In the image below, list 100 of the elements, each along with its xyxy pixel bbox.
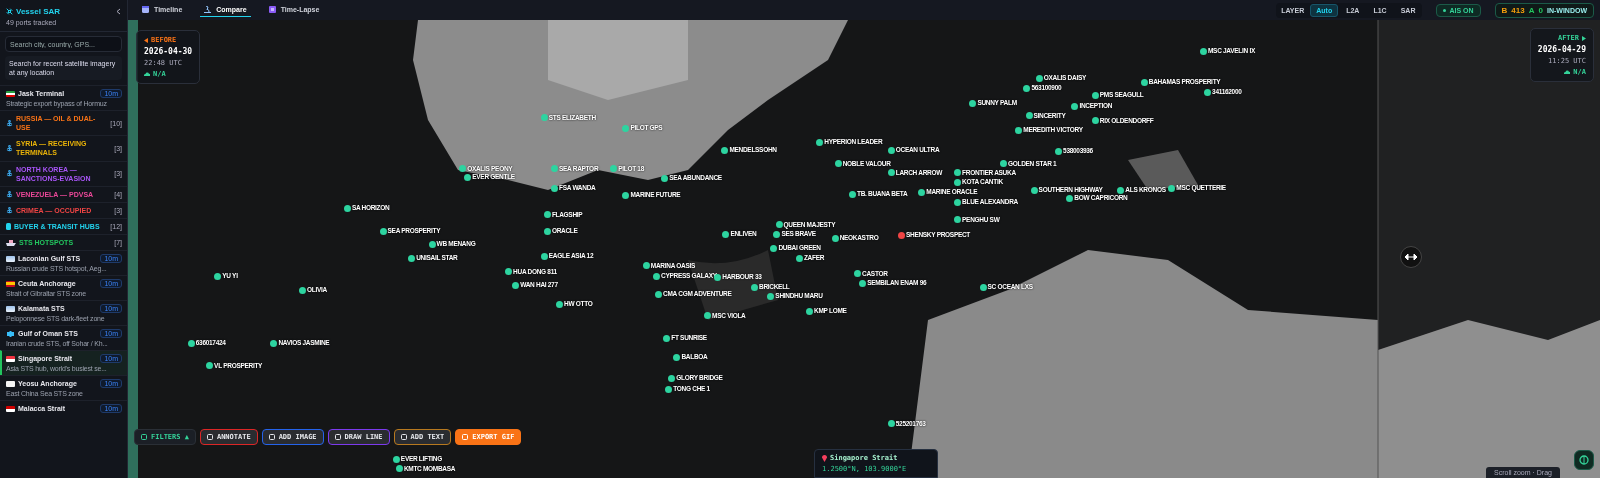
ship-marker[interactable] — [1091, 91, 1099, 99]
double-arrow-icon — [1405, 254, 1417, 260]
ship-marker[interactable] — [806, 308, 814, 316]
ship-marker[interactable] — [897, 231, 905, 239]
ship-marker[interactable] — [543, 211, 551, 219]
ship-marker[interactable] — [540, 114, 548, 122]
ship-marker[interactable] — [505, 268, 513, 276]
ship-marker[interactable] — [622, 124, 630, 132]
ship-marker[interactable] — [1025, 112, 1033, 120]
ship-marker[interactable] — [770, 244, 778, 252]
ship-marker[interactable] — [543, 227, 551, 235]
ship-marker[interactable] — [1117, 186, 1125, 194]
ship-marker[interactable] — [859, 279, 867, 287]
ship-marker[interactable] — [954, 216, 962, 224]
ship-marker[interactable] — [1055, 148, 1063, 155]
ship-marker[interactable] — [1140, 78, 1148, 86]
ship-marker[interactable] — [551, 184, 558, 192]
ship-marker[interactable] — [969, 100, 977, 108]
tool-icon — [462, 434, 469, 440]
ship-marker[interactable] — [206, 362, 214, 370]
ship-marker[interactable] — [1204, 88, 1212, 96]
tool-icon — [400, 434, 407, 440]
ship-marker[interactable] — [887, 169, 895, 177]
ship-marker[interactable] — [954, 178, 962, 186]
film-icon — [268, 6, 276, 13]
ai-button[interactable] — [1574, 450, 1594, 470]
count-label: B — [1501, 5, 1508, 15]
ship-marker[interactable] — [379, 227, 387, 235]
flag-icon — [6, 330, 15, 337]
ship-marker[interactable] — [653, 272, 661, 280]
ship-marker[interactable] — [556, 301, 564, 309]
ship-marker[interactable] — [1030, 186, 1038, 194]
ship-marker[interactable] — [655, 290, 663, 298]
flag-icon — [6, 255, 15, 262]
ship-marker[interactable] — [668, 374, 676, 382]
ship-marker[interactable] — [187, 339, 195, 347]
ship-marker[interactable] — [1066, 194, 1074, 202]
ship-marker[interactable] — [854, 270, 862, 278]
ship-marker[interactable] — [848, 190, 856, 198]
ship-marker[interactable] — [464, 173, 472, 181]
ship-marker[interactable] — [665, 385, 673, 393]
ship-marker[interactable] — [751, 283, 758, 291]
tool-icon — [206, 434, 213, 440]
ship-marker[interactable] — [610, 165, 618, 173]
calendar-icon — [142, 6, 149, 13]
ship-marker[interactable] — [887, 420, 895, 428]
ship-marker[interactable] — [1200, 48, 1207, 55]
ship-marker[interactable] — [392, 456, 400, 464]
ship-marker[interactable] — [722, 230, 730, 238]
ship-marker[interactable] — [408, 255, 416, 263]
ship-marker[interactable] — [622, 191, 630, 199]
ship-marker[interactable] — [1023, 84, 1031, 92]
left-triangle-icon — [144, 37, 148, 43]
ship-marker[interactable] — [270, 339, 278, 347]
ship-marker[interactable] — [642, 262, 650, 270]
ship-marker[interactable] — [663, 334, 671, 342]
ship-marker[interactable] — [1035, 74, 1043, 82]
ship-marker[interactable] — [1168, 184, 1176, 192]
ship-marker[interactable] — [459, 165, 467, 173]
ship-marker[interactable] — [1000, 160, 1007, 168]
ship-marker[interactable] — [214, 272, 222, 280]
ship-marker[interactable] — [673, 354, 681, 362]
ship-marker[interactable] — [721, 147, 729, 154]
ship-marker[interactable] — [831, 234, 839, 242]
ship-marker[interactable] — [343, 205, 351, 213]
ship-marker[interactable] — [795, 255, 803, 263]
ship-marker[interactable] — [773, 230, 781, 238]
ship-marker[interactable] — [1091, 117, 1099, 125]
ship-marker[interactable] — [887, 147, 895, 154]
ship-marker[interactable] — [298, 286, 306, 294]
flag-icon — [6, 355, 15, 362]
ship-marker[interactable] — [428, 240, 436, 248]
ship-marker[interactable] — [661, 174, 669, 182]
count-value: 0 — [1538, 5, 1543, 15]
cloud-icon — [144, 72, 150, 76]
ship-marker[interactable] — [775, 221, 783, 229]
ship-marker[interactable] — [954, 199, 962, 207]
ship-marker[interactable] — [816, 138, 824, 146]
flag-icon — [6, 305, 15, 312]
ship-marker[interactable] — [979, 283, 987, 291]
ship-marker[interactable] — [918, 188, 926, 196]
ship-marker[interactable] — [395, 465, 403, 473]
ship-marker[interactable] — [834, 160, 842, 168]
ship-icon — [6, 239, 16, 247]
cloud-icon — [1564, 70, 1571, 74]
ship-marker[interactable] — [704, 312, 712, 320]
ship-marker[interactable] — [954, 169, 962, 177]
flag-icon — [6, 280, 15, 287]
barrel-icon — [6, 223, 11, 230]
ship-marker[interactable] — [1071, 103, 1079, 111]
app-title: Vessel SAR — [16, 7, 61, 16]
ship-marker[interactable] — [540, 253, 548, 261]
ship-marker[interactable] — [551, 165, 558, 173]
anchor-icon — [6, 119, 13, 127]
anchor-icon — [6, 190, 13, 198]
ship-marker[interactable] — [767, 292, 775, 300]
collapse-icon[interactable] — [116, 8, 121, 15]
ship-marker[interactable] — [512, 281, 520, 289]
right-triangle-icon — [1582, 35, 1586, 41]
ship-marker[interactable] — [1015, 126, 1023, 134]
